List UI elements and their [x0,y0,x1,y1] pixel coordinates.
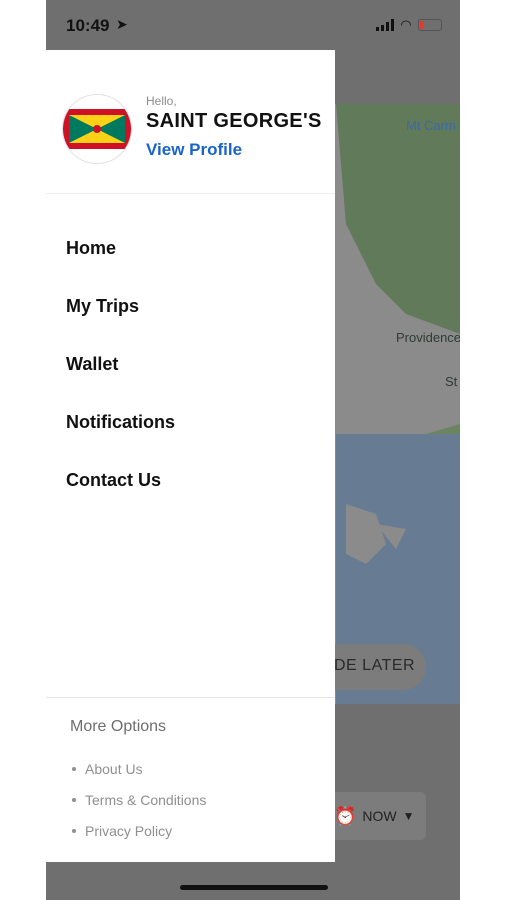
signal-icon [376,19,394,31]
home-indicator[interactable] [180,885,328,890]
bullet-icon [72,798,76,802]
bullet-icon [72,767,76,771]
link-label: Terms & Conditions [85,792,207,808]
map-label-providence: Providence [396,330,460,345]
link-label: About Us [85,761,143,777]
more-options-title: More Options [70,718,167,735]
status-time: 10:49 [66,16,110,35]
menu-item-contact-us[interactable]: Contact Us [66,468,175,526]
menu-item-wallet[interactable]: Wallet [66,352,175,410]
main-menu: Home My Trips Wallet Notifications Conta… [66,236,175,526]
map-label-st: St [445,374,458,389]
greeting-text: Hello, [146,94,177,108]
user-name: SAINT GEORGE'S [146,110,322,132]
link-about-us[interactable]: About Us [70,761,143,777]
map-label-mt-carmel: Mt Carm [406,118,456,133]
profile-header: Hello, SAINT GEORGE'S View Profile [46,50,335,194]
more-options-section: More Options About Us Terms & Conditions… [46,697,335,863]
location-arrow-icon: ➤ [116,16,128,32]
now-selector[interactable]: ⏰ NOW ▼ [326,792,426,840]
link-label: Privacy Policy [85,823,173,839]
avatar[interactable] [62,94,132,164]
wifi-icon: ◠ [401,17,411,32]
status-bar: 10:49 ➤ ◠ [46,0,460,50]
now-label: NOW [362,808,397,824]
menu-item-my-trips[interactable]: My Trips [66,294,175,352]
menu-item-home[interactable]: Home [66,236,175,294]
bullet-icon [72,829,76,833]
link-privacy-policy[interactable]: Privacy Policy [70,823,172,839]
battery-icon [418,19,442,31]
link-terms-conditions[interactable]: Terms & Conditions [70,792,206,808]
alarm-clock-icon: ⏰ [334,805,357,826]
grenada-flag-icon [63,95,131,163]
menu-item-notifications[interactable]: Notifications [66,410,175,468]
side-drawer: Hello, SAINT GEORGE'S View Profile Home … [46,50,335,862]
chevron-down-icon: ▼ [402,809,415,823]
view-profile-link[interactable]: View Profile [146,140,242,160]
